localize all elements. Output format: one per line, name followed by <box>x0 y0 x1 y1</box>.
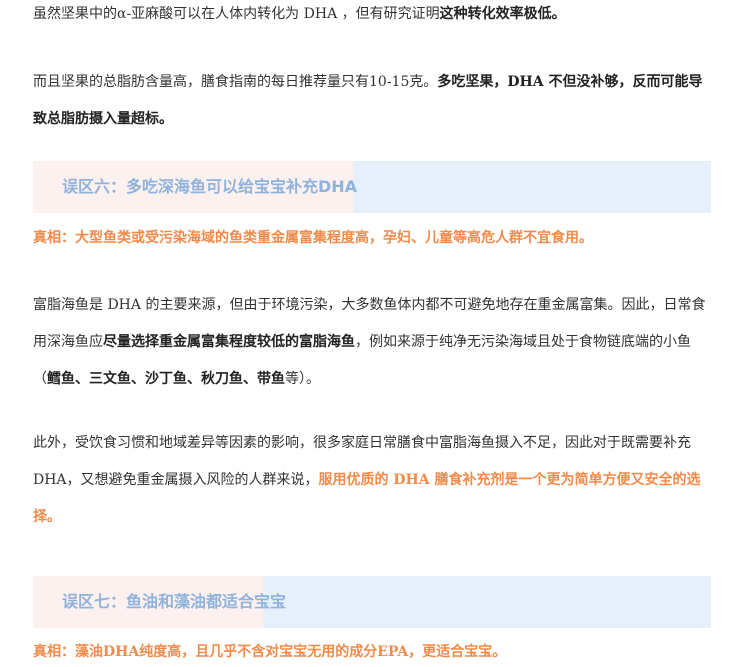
section-title: 误区六：多吃深海鱼可以给宝宝补充DHA <box>62 177 358 196</box>
paragraph-text: 虽然坚果中的α-亚麻酸可以在人体内转化为 DHA ，但有研究证明 <box>33 6 440 22</box>
section-title: 误区七：鱼油和藻油都适合宝宝 <box>62 592 287 611</box>
paragraph-nut-fat: 而且坚果的总脂肪含量高，膳食指南的每日推荐量只有10-15克。多吃坚果，DHA … <box>33 64 711 138</box>
paragraph-supplement: 此外，受饮食习惯和地域差异等因素的影响，很多家庭日常膳食中富脂海鱼摄入不足，因此… <box>33 425 711 536</box>
paragraph-emphasis: 尽量选择重金属富集程度较低的富脂海鱼 <box>103 334 355 350</box>
truth-statement-6: 真相：大型鱼类或受污染海域的鱼类重金属富集程度高，孕妇、儿童等高危人群不宜食用。 <box>33 230 593 246</box>
fish-list: 鳕鱼、三文鱼、沙丁鱼、秋刀鱼、带鱼 <box>47 371 285 387</box>
paragraph-fatty-fish: 富脂海鱼是 DHA 的主要来源，但由于环境污染，大多数鱼体内都不可避免地存在重金… <box>33 287 711 398</box>
section-heading-myth-6: 误区六：多吃深海鱼可以给宝宝补充DHA <box>33 161 711 213</box>
truth-statement-7: 真相：藻油DHA纯度高，且几乎不含对宝宝无用的成分EPA，更适合宝宝。 <box>33 644 507 660</box>
paragraph-emphasis: 这种转化效率极低。 <box>439 6 566 22</box>
section-heading-myth-7: 误区七：鱼油和藻油都适合宝宝 <box>33 576 711 628</box>
paragraph-text: 等）。 <box>285 371 320 387</box>
paragraph-nut-conversion: 虽然坚果中的α-亚麻酸可以在人体内转化为 DHA ，但有研究证明这种转化效率极低… <box>33 0 711 33</box>
paragraph-text: 而且坚果的总脂肪含量高，膳食指南的每日推荐量只有10-15克。 <box>33 74 438 90</box>
